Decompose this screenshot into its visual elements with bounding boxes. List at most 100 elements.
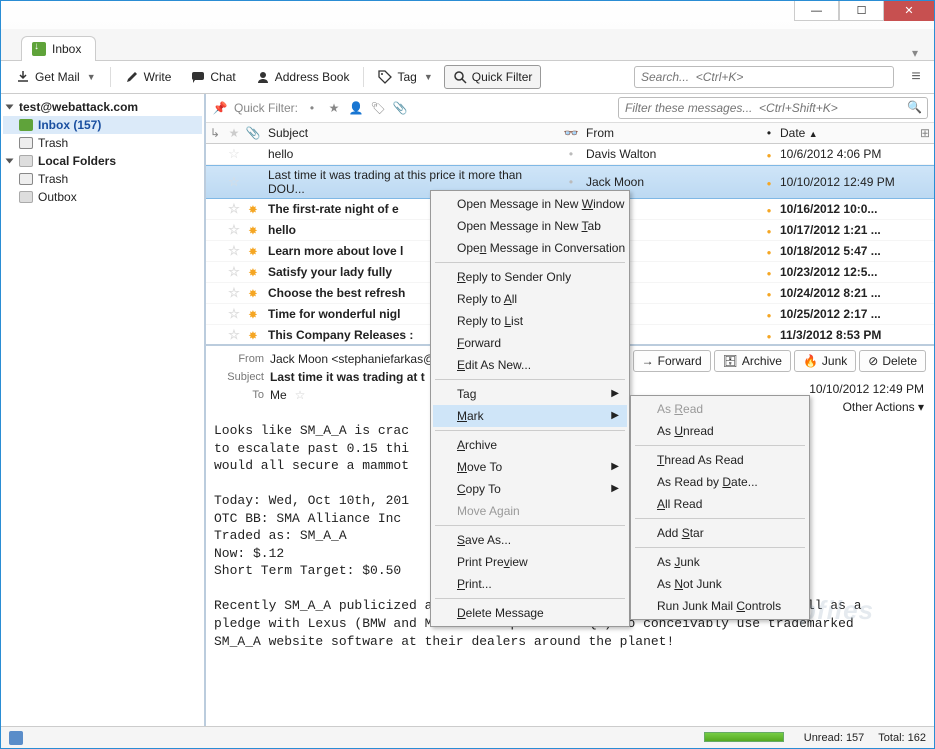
junk-column[interactable]: • — [762, 126, 776, 140]
menu-item[interactable]: Tag▶ — [433, 383, 627, 405]
chat-button[interactable]: Chat — [182, 65, 244, 89]
menu-item[interactable]: Forward — [433, 332, 627, 354]
row-date: 10/24/2012 8:21 ... — [776, 286, 916, 300]
menu-item: Move Again — [433, 500, 627, 522]
menu-item[interactable]: Save As... — [433, 529, 627, 551]
star-icon[interactable]: ☆ — [228, 174, 240, 189]
star-icon[interactable]: ☆ — [228, 264, 240, 279]
menu-item[interactable]: Run Junk Mail Controls — [633, 595, 807, 617]
menu-item[interactable]: Print Preview — [433, 551, 627, 573]
star-icon[interactable]: ☆ — [228, 146, 240, 161]
menu-item[interactable]: Thread As Read — [633, 449, 807, 471]
menu-item[interactable]: Delete Message — [433, 602, 627, 624]
from-value: Jack Moon <stephaniefarkas@ — [270, 352, 435, 366]
menu-item[interactable]: All Read — [633, 493, 807, 515]
star-icon[interactable]: ☆ — [295, 388, 306, 402]
tab-dropdown[interactable]: ▾ — [906, 46, 924, 60]
other-actions-button[interactable]: Other Actions ▾ — [843, 400, 924, 414]
address-book-button[interactable]: Address Book — [247, 65, 359, 89]
star-column[interactable]: ★ — [224, 126, 244, 140]
tag-filter-icon[interactable]: 🏷 — [370, 100, 386, 116]
close-button[interactable]: ✕ — [884, 1, 934, 21]
star-icon[interactable]: ☆ — [228, 327, 240, 342]
star-filter-icon[interactable]: ★ — [326, 100, 342, 116]
menu-item[interactable]: Archive — [433, 434, 627, 456]
app-menu-button[interactable]: ≡ — [904, 68, 928, 86]
tab-inbox[interactable]: Inbox — [21, 36, 96, 61]
menu-item[interactable]: Reply to Sender Only — [433, 266, 627, 288]
menu-item[interactable]: Edit As New... — [433, 354, 627, 376]
star-icon[interactable]: ☆ — [228, 243, 240, 258]
attachment-filter-icon[interactable]: 📎 — [392, 100, 408, 116]
get-mail-button[interactable]: Get Mail▼ — [7, 65, 105, 89]
folder-sidebar: test@webattack.com Inbox (157) Trash Loc… — [1, 94, 206, 726]
new-icon: ✸ — [249, 310, 257, 321]
menu-item[interactable]: Open Message in New Window — [433, 193, 627, 215]
row-date: 10/18/2012 5:47 ... — [776, 244, 916, 258]
pin-icon[interactable]: 📌 — [212, 100, 228, 116]
contact-filter-icon[interactable]: 👤 — [348, 100, 364, 116]
row-date: 10/17/2012 1:21 ... — [776, 223, 916, 237]
menu-item[interactable]: Copy To▶ — [433, 478, 627, 500]
row-subject: hello — [262, 147, 560, 161]
delete-button[interactable]: ⊘ Delete — [859, 350, 926, 372]
new-icon: ✸ — [249, 226, 257, 237]
star-icon[interactable]: ☆ — [228, 201, 240, 216]
menu-item[interactable]: Open Message in New Tab — [433, 215, 627, 237]
quick-filter-button[interactable]: Quick Filter — [444, 65, 542, 89]
main-toolbar: Get Mail▼ Write Chat Address Book Tag▼ Q… — [1, 61, 934, 94]
forward-button[interactable]: → Forward — [633, 350, 711, 372]
write-button[interactable]: Write — [116, 65, 181, 89]
menu-item[interactable]: As Junk — [633, 551, 807, 573]
menu-item[interactable]: As Not Junk — [633, 573, 807, 595]
subject-label: Subject — [214, 371, 264, 383]
menu-item[interactable]: As Read by Date... — [633, 471, 807, 493]
sidebar-outbox[interactable]: Outbox — [3, 188, 202, 206]
menu-item[interactable]: Mark▶ — [433, 405, 627, 427]
quick-filter-label: Quick Filter: — [234, 101, 298, 115]
account-node[interactable]: test@webattack.com — [3, 98, 202, 116]
menu-item[interactable]: Reply to All — [433, 288, 627, 310]
message-context-menu: Open Message in New WindowOpen Message i… — [430, 190, 630, 627]
read-column[interactable]: 👓 — [560, 126, 582, 140]
pencil-icon — [125, 70, 139, 84]
sidebar-local-trash[interactable]: Trash — [3, 170, 202, 188]
archive-button[interactable]: 🗄 Archive — [714, 350, 791, 372]
unread-filter-icon[interactable]: • — [304, 100, 320, 116]
trash-icon — [19, 137, 33, 149]
inbox-icon — [19, 119, 33, 131]
menu-item[interactable]: Add Star — [633, 522, 807, 544]
message-date: 10/10/2012 12:49 PM — [809, 382, 924, 396]
menu-item[interactable]: Reply to List — [433, 310, 627, 332]
from-column[interactable]: From — [582, 126, 762, 140]
row-date: 10/23/2012 12:5... — [776, 265, 916, 279]
tab-label: Inbox — [52, 42, 81, 56]
tag-icon — [378, 70, 392, 84]
star-icon[interactable]: ☆ — [228, 285, 240, 300]
global-search-input[interactable] — [634, 66, 894, 88]
minimize-button[interactable]: — — [794, 1, 839, 21]
attachment-column[interactable]: 📎 — [244, 126, 262, 140]
local-folders-node[interactable]: Local Folders — [3, 152, 202, 170]
menu-item[interactable]: As Unread — [633, 420, 807, 442]
menu-item[interactable]: Open Message in Conversation — [433, 237, 627, 259]
maximize-button[interactable]: ☐ — [839, 1, 884, 21]
sidebar-inbox[interactable]: Inbox (157) — [3, 116, 202, 134]
message-filter-input[interactable] — [618, 97, 928, 119]
sidebar-trash[interactable]: Trash — [3, 134, 202, 152]
menu-item[interactable]: Print... — [433, 573, 627, 595]
menu-item[interactable]: Move To▶ — [433, 456, 627, 478]
progress-bar — [704, 732, 784, 742]
tag-button[interactable]: Tag▼ — [369, 65, 441, 89]
star-icon[interactable]: ☆ — [228, 306, 240, 321]
subject-column[interactable]: Subject — [262, 126, 560, 140]
column-picker[interactable]: ⊞ — [916, 126, 934, 140]
new-icon: ✸ — [249, 331, 257, 342]
row-date: 10/25/2012 2:17 ... — [776, 307, 916, 321]
date-column[interactable]: Date ▲ — [776, 126, 916, 140]
message-row[interactable]: ☆hello•Davis Walton●10/6/2012 4:06 PM — [206, 144, 934, 165]
thread-column[interactable]: ↳ — [206, 126, 224, 140]
star-icon[interactable]: ☆ — [228, 222, 240, 237]
junk-button[interactable]: 🔥 Junk — [794, 350, 856, 372]
new-icon: ✸ — [249, 268, 257, 279]
